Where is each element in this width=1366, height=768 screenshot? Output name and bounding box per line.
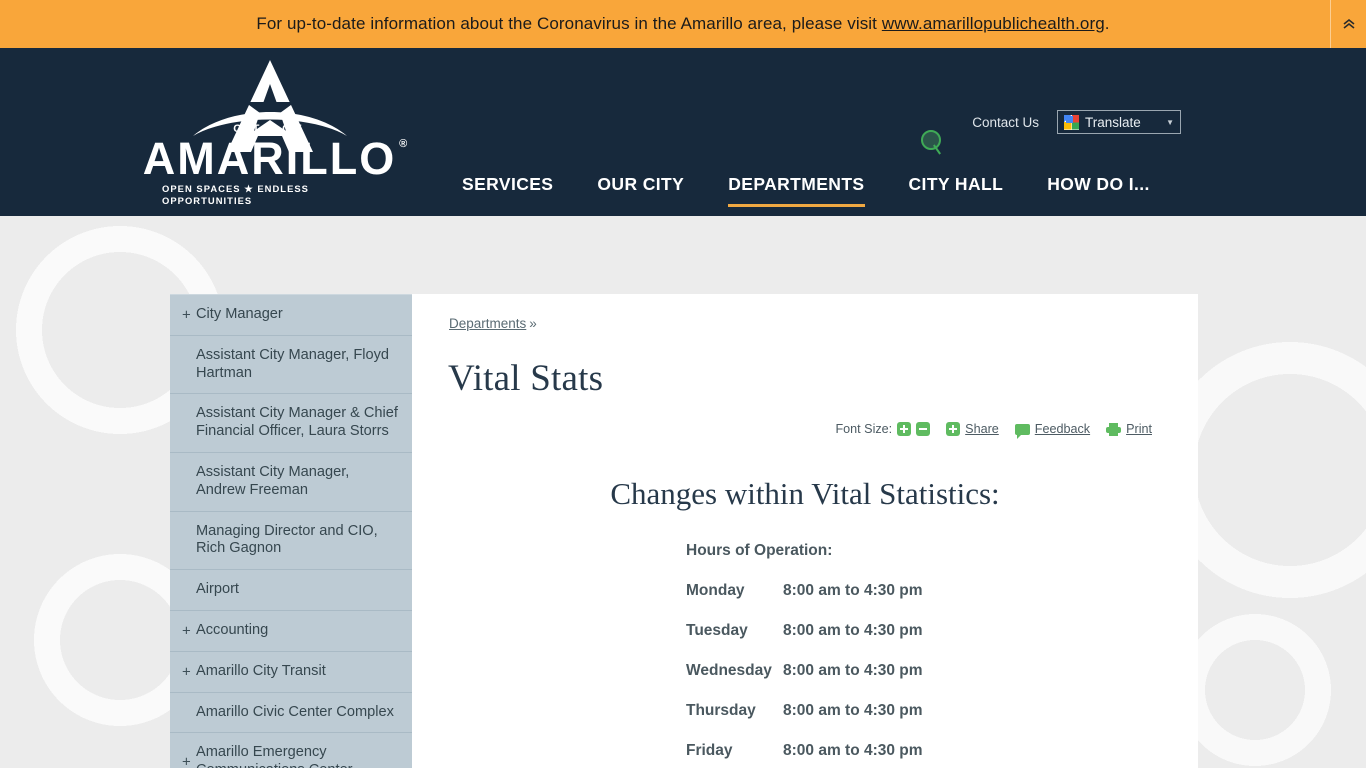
chevron-double-up-icon[interactable]	[1330, 0, 1366, 48]
hours-day: Tuesday	[686, 622, 748, 639]
content-toolbar: Font Size: Share Feedback Print	[446, 422, 1164, 439]
speech-bubble-icon[interactable]	[1014, 423, 1030, 439]
covid-alert-banner: For up-to-date information about the Cor…	[0, 0, 1366, 48]
main-navigation: SERVICES OUR CITY DEPARTMENTS CITY HALL …	[440, 166, 1172, 213]
sidebar-item-label: City Manager	[196, 306, 283, 322]
sidebar-item-accounting[interactable]: + Accounting	[170, 611, 412, 652]
hours-day: Wednesday	[686, 662, 772, 679]
expand-plus-icon[interactable]: +	[182, 664, 191, 679]
print-control[interactable]: Print	[1106, 422, 1152, 436]
hours-time: 8:00 am to 4:30 pm	[783, 702, 923, 719]
chevron-down-icon: ▼	[1166, 117, 1174, 127]
department-sidebar: + City Manager Assistant City Manager, Fl…	[170, 294, 412, 768]
site-header: CITY OF AMARILLO ® OPEN SPACES ★ ENDLESS …	[0, 48, 1366, 216]
logo-name-text: AMARILLO	[142, 132, 397, 184]
sidebar-item-label: Assistant City Manager, Andrew Freeman	[196, 463, 350, 498]
font-size-controls: Font Size:	[835, 422, 931, 436]
page-body: + City Manager Assistant City Manager, Fl…	[0, 216, 1366, 768]
utility-bar: Contact Us Translate ▼	[972, 110, 1181, 134]
hours-row: Wednesday 8:00 am to 4:30 pm	[686, 662, 1164, 680]
hours-title: Hours of Operation:	[686, 542, 833, 559]
logo-wordmark: AMARILLO ®	[143, 136, 407, 181]
breadcrumb: Departments»	[446, 316, 1164, 331]
expand-plus-icon[interactable]: +	[182, 307, 191, 322]
translate-label: Translate	[1085, 114, 1141, 130]
sidebar-item-assistant-city-manager-andrew-freeman[interactable]: Assistant City Manager, Andrew Freeman	[170, 453, 412, 512]
sidebar-item-label: Assistant City Manager & Chief Financial…	[196, 405, 398, 440]
breadcrumb-separator: »	[529, 316, 537, 331]
font-size-label: Font Size:	[835, 422, 893, 436]
google-translate-icon	[1064, 114, 1079, 130]
hours-row: Tuesday 8:00 am to 4:30 pm	[686, 622, 1164, 640]
font-decrease-icon[interactable]	[916, 422, 931, 436]
alert-link[interactable]: www.amarillopublichealth.org	[882, 14, 1105, 33]
page-title: Vital Stats	[448, 358, 604, 399]
hours-time: 8:00 am to 4:30 pm	[783, 582, 923, 599]
alert-text-before: For up-to-date information about the Cor…	[256, 14, 882, 33]
nav-item-how-do-i[interactable]: HOW DO I...	[1025, 166, 1172, 213]
logo-tagline: OPEN SPACES ★ ENDLESS OPPORTUNITIES	[162, 183, 309, 206]
hours-day: Thursday	[686, 702, 756, 719]
sidebar-item-label: Amarillo City Transit	[196, 662, 326, 679]
nav-item-our-city[interactable]: OUR CITY	[575, 166, 706, 213]
expand-plus-icon[interactable]: +	[182, 755, 191, 768]
hours-time: 8:00 am to 4:30 pm	[783, 662, 923, 679]
hours-row: Monday 8:00 am to 4:30 pm	[686, 582, 1164, 600]
sidebar-item-city-manager[interactable]: + City Manager	[170, 295, 412, 336]
nav-item-city-hall[interactable]: CITY HALL	[887, 166, 1026, 213]
section-heading: Changes within Vital Statistics:	[610, 476, 1000, 511]
share-control[interactable]: Share	[946, 422, 999, 436]
hours-time: 8:00 am to 4:30 pm	[783, 622, 923, 639]
feedback-control[interactable]: Feedback	[1014, 422, 1090, 439]
sidebar-item-label: Accounting	[196, 621, 269, 638]
hours-row: Thursday 8:00 am to 4:30 pm	[686, 702, 1164, 720]
hours-day: Monday	[686, 582, 745, 599]
mouse-cursor	[921, 130, 941, 150]
share-link[interactable]: Share	[965, 422, 999, 436]
sidebar-item-amarillo-civic-center-complex[interactable]: Amarillo Civic Center Complex	[170, 693, 412, 734]
print-link[interactable]: Print	[1126, 422, 1152, 436]
sidebar-item-amarillo-emergency-communications-center[interactable]: + Amarillo Emergency Communications Cente…	[170, 733, 412, 768]
feedback-link[interactable]: Feedback	[1035, 422, 1090, 436]
sidebar-item-label: Airport	[196, 581, 239, 598]
main-content-card: Departments» Vital Stats Font Size: Shar…	[412, 294, 1198, 768]
hours-time: 8:00 am to 4:30 pm	[783, 742, 923, 759]
sidebar-item-airport[interactable]: Airport	[170, 570, 412, 611]
hours-of-operation-block: Hours of Operation: Monday 8:00 am to 4:…	[686, 542, 1164, 760]
hours-day: Friday	[686, 742, 733, 759]
logo-mark: CITY OF	[162, 56, 377, 152]
font-increase-icon[interactable]	[897, 422, 912, 436]
nav-item-services[interactable]: SERVICES	[440, 166, 575, 213]
site-logo[interactable]: CITY OF AMARILLO ® OPEN SPACES ★ ENDLESS …	[143, 56, 407, 206]
translate-dropdown[interactable]: Translate ▼	[1057, 110, 1181, 134]
sidebar-item-label: Amarillo Emergency Communications Center	[196, 744, 353, 768]
alert-text-after: .	[1104, 14, 1110, 33]
sidebar-item-assistant-city-manager-cfo-laura-storrs[interactable]: Assistant City Manager & Chief Financial…	[170, 394, 412, 453]
sidebar-item-assistant-city-manager-floyd-hartman[interactable]: Assistant City Manager, Floyd Hartman	[170, 336, 412, 395]
expand-plus-icon[interactable]: +	[182, 623, 191, 638]
share-plus-icon[interactable]	[946, 422, 961, 436]
sidebar-item-managing-director-cio-rich-gagnon[interactable]: Managing Director and CIO, Rich Gagnon	[170, 512, 412, 571]
hours-row: Friday 8:00 am to 4:30 pm	[686, 742, 1164, 760]
breadcrumb-link-departments[interactable]: Departments	[449, 316, 526, 331]
sidebar-item-amarillo-city-transit[interactable]: + Amarillo City Transit	[170, 652, 412, 693]
sidebar-item-label: Managing Director and CIO, Rich Gagnon	[196, 522, 378, 557]
nav-item-departments[interactable]: DEPARTMENTS	[706, 166, 886, 213]
sidebar-item-label: Amarillo Civic Center Complex	[196, 703, 394, 720]
registered-trademark-icon: ®	[399, 137, 410, 150]
contact-us-link[interactable]: Contact Us	[972, 115, 1039, 130]
printer-icon[interactable]	[1106, 422, 1122, 436]
sidebar-item-label: Assistant City Manager, Floyd Hartman	[196, 346, 390, 381]
alert-message: For up-to-date information about the Cor…	[256, 14, 1109, 34]
